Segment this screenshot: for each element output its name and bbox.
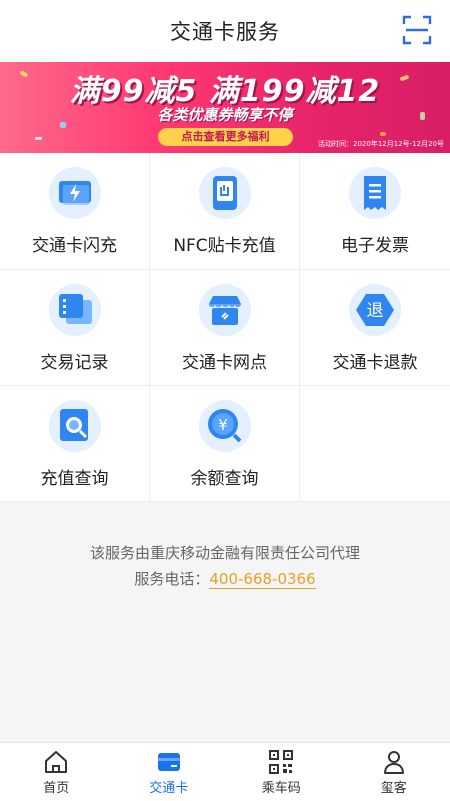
service-recharge-query[interactable]: 充值查询 bbox=[0, 386, 150, 502]
nfc-phone-icon bbox=[199, 167, 251, 219]
service-label: 交易记录 bbox=[41, 348, 109, 373]
page-title: 交通卡服务 bbox=[170, 16, 280, 46]
lightning-card-icon bbox=[49, 167, 101, 219]
service-label: 交通卡退款 bbox=[333, 348, 418, 373]
qr-code-icon bbox=[268, 749, 294, 775]
tab-label: 乘车码 bbox=[262, 777, 301, 796]
service-transactions[interactable]: 交易记录 bbox=[0, 270, 150, 386]
tab-transit-card[interactable]: 交通卡 bbox=[113, 743, 226, 801]
service-info: 该服务由重庆移动金融有限责任公司代理 服务电话：400-668-0366 bbox=[0, 540, 450, 592]
tab-home[interactable]: 首页 bbox=[0, 743, 113, 801]
phone-label: 服务电话： bbox=[134, 570, 209, 588]
service-e-invoice[interactable]: 电子发票 bbox=[300, 153, 450, 270]
records-icon bbox=[49, 284, 101, 336]
promo-cta-button[interactable]: 点击查看更多福利 bbox=[158, 128, 293, 146]
yen-search-icon: ¥ bbox=[199, 400, 251, 452]
user-icon bbox=[381, 749, 407, 775]
promo-date: 活动时间：2020年12月12号-12月20号 bbox=[318, 139, 444, 149]
promo-subline: 各类优惠券畅享不停 bbox=[0, 104, 450, 125]
tab-ride-code[interactable]: 乘车码 bbox=[225, 743, 338, 801]
service-nfc-recharge[interactable]: NFC贴卡充值 bbox=[150, 153, 300, 270]
top-bar: 交通卡服务 bbox=[0, 0, 450, 62]
service-phone-link[interactable]: 400-668-0366 bbox=[209, 570, 315, 589]
card-icon bbox=[156, 749, 182, 775]
service-label: 交通卡网点 bbox=[182, 348, 267, 373]
svg-text:退: 退 bbox=[367, 301, 384, 321]
store-icon bbox=[199, 284, 251, 336]
tab-label: 交通卡 bbox=[149, 777, 188, 796]
tab-profile[interactable]: 玺客 bbox=[338, 743, 450, 801]
service-label: 余额查询 bbox=[191, 464, 259, 489]
service-quick-charge[interactable]: 交通卡闪充 bbox=[0, 153, 150, 270]
service-refund[interactable]: 退 交通卡退款 bbox=[300, 270, 450, 386]
bottom-tab-bar: 首页 交通卡 乘车码 玺客 bbox=[0, 742, 450, 801]
service-label: 电子发票 bbox=[341, 231, 409, 256]
search-doc-icon bbox=[49, 400, 101, 452]
home-icon bbox=[43, 749, 69, 775]
phone-row: 服务电话：400-668-0366 bbox=[0, 566, 450, 592]
service-label: 充值查询 bbox=[41, 464, 109, 489]
refund-icon: 退 bbox=[349, 284, 401, 336]
agent-text: 该服务由重庆移动金融有限责任公司代理 bbox=[0, 540, 450, 566]
service-outlets[interactable]: 交通卡网点 bbox=[150, 270, 300, 386]
receipt-icon bbox=[349, 167, 401, 219]
promo-banner[interactable]: 满99减5 满199减12 各类优惠券畅享不停 点击查看更多福利 活动时间：20… bbox=[0, 62, 450, 153]
service-balance-query[interactable]: ¥ 余额查询 bbox=[150, 386, 300, 502]
svg-text:¥: ¥ bbox=[218, 416, 228, 434]
service-label: NFC贴卡充值 bbox=[173, 231, 275, 256]
services-grid: 交通卡闪充 NFC贴卡充值 电子发票 交易记录 bbox=[0, 153, 450, 502]
empty-cell bbox=[300, 386, 450, 502]
scan-icon[interactable] bbox=[402, 15, 432, 45]
tab-label: 玺客 bbox=[381, 777, 407, 796]
service-label: 交通卡闪充 bbox=[32, 231, 117, 256]
tab-label: 首页 bbox=[43, 777, 69, 796]
